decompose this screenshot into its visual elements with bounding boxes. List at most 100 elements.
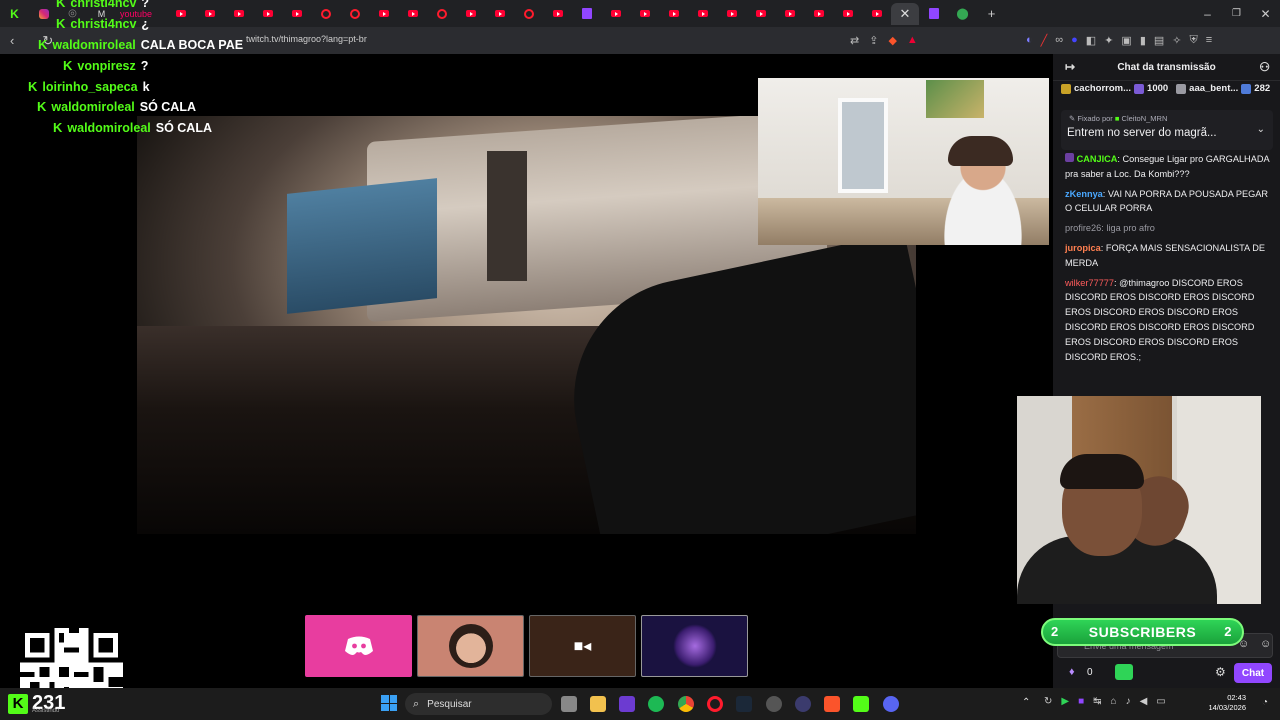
new-tab-button[interactable]: +: [977, 0, 1006, 27]
youtube-tab[interactable]: [630, 0, 659, 27]
extension-icon[interactable]: ∞: [1055, 34, 1063, 47]
kick-app-icon[interactable]: [853, 696, 869, 712]
chat-username[interactable]: profire26: [1065, 223, 1101, 233]
discord-app-icon[interactable]: [883, 696, 899, 712]
windows-tile: [381, 703, 389, 711]
extension-icon[interactable]: ▣: [1121, 34, 1131, 47]
subscribers-count-left: 2: [1051, 624, 1059, 639]
youtube-tab[interactable]: [804, 0, 833, 27]
sidebar-icon[interactable]: ▮: [1140, 34, 1146, 47]
youtube-tab[interactable]: [717, 0, 746, 27]
youtube-tab[interactable]: [862, 0, 891, 27]
taskbar-search[interactable]: ⌕ Pesquisar: [405, 693, 552, 715]
maximize-button[interactable]: ❐: [1222, 0, 1251, 27]
pinned-message[interactable]: ✎ Fixado por ■ CleitoN_MRN Entrem no ser…: [1061, 110, 1273, 150]
extension-icon[interactable]: ◐: [1026, 34, 1033, 47]
youtube-tab[interactable]: [398, 0, 427, 27]
brave-shield-icon[interactable]: ◆: [888, 34, 896, 47]
task-view-icon[interactable]: [561, 696, 577, 712]
close-tab-button[interactable]: ✕: [891, 2, 919, 25]
opera-tab[interactable]: [427, 0, 456, 27]
discord-link[interactable]: [305, 615, 412, 677]
menu-icon[interactable]: ≡: [1206, 34, 1212, 47]
collapse-chat-icon[interactable]: ↦: [1065, 60, 1075, 74]
microphone-icon[interactable]: ♪: [1126, 696, 1131, 707]
youtube-tab[interactable]: [659, 0, 688, 27]
pinned-by-user: CleitoN_MRN: [1121, 114, 1168, 123]
youtube-tab[interactable]: [282, 0, 311, 27]
stream-player[interactable]: ■◂: [0, 54, 1053, 720]
steam-icon[interactable]: [736, 696, 752, 712]
taskbar-clock[interactable]: 02:43 14/03/2026: [1208, 693, 1246, 713]
url-text[interactable]: twitch.tv/thimagroo?lang=pt-br: [246, 34, 367, 44]
opera-icon[interactable]: [707, 696, 723, 712]
translate-icon[interactable]: ⇄: [850, 34, 859, 47]
spotify-icon[interactable]: [648, 696, 664, 712]
overlay-message: SÓ CALA: [155, 120, 212, 135]
emoji-icon[interactable]: ☺: [1260, 638, 1271, 650]
youtube-tab[interactable]: [833, 0, 862, 27]
opera-tab[interactable]: [340, 0, 369, 27]
youtube-tab[interactable]: [485, 0, 514, 27]
art-link[interactable]: [641, 615, 748, 677]
youtube-tab[interactable]: [543, 0, 572, 27]
twitch-tab[interactable]: [919, 0, 948, 27]
minimize-icon: –: [1204, 6, 1211, 21]
share-icon[interactable]: ⇪: [869, 34, 878, 47]
vpn-icon[interactable]: ⛨: [1190, 34, 1198, 47]
minimize-button[interactable]: –: [1193, 0, 1222, 27]
opera-tab[interactable]: [514, 0, 543, 27]
video-link[interactable]: ■◂: [529, 615, 636, 677]
gifter-name: aaa_bent...: [1189, 83, 1239, 94]
twitch-tab[interactable]: [572, 0, 601, 27]
channel-points-icon[interactable]: ♦: [1069, 666, 1075, 678]
tray-icon[interactable]: ▶: [1061, 696, 1069, 707]
app-icon[interactable]: [795, 696, 811, 712]
predictions-icon[interactable]: [1115, 664, 1133, 680]
chat-username[interactable]: zKennya: [1065, 189, 1103, 199]
extension-icon[interactable]: ●: [1071, 34, 1078, 47]
rewards-icon[interactable]: ▲: [907, 34, 918, 47]
battery-icon[interactable]: ▭: [1156, 696, 1165, 707]
channel-points-count: 0: [1087, 667, 1093, 678]
extension-icon[interactable]: ◧: [1086, 34, 1096, 47]
extension-icon[interactable]: ╱: [1041, 34, 1048, 47]
chevron-up-icon[interactable]: ⌃: [1022, 697, 1030, 708]
obs-icon[interactable]: [766, 696, 782, 712]
app-icon[interactable]: [619, 696, 635, 712]
youtube-tab[interactable]: [456, 0, 485, 27]
tray-icon[interactable]: ■: [1078, 696, 1084, 707]
notification-icon[interactable]: ◔: [1262, 697, 1268, 708]
opera-tab[interactable]: [311, 0, 340, 27]
network-icon[interactable]: ⌂: [1111, 696, 1117, 707]
gifter-entry[interactable]: aaa_bent... 282: [1176, 83, 1270, 94]
chat-username[interactable]: juropica: [1065, 243, 1101, 253]
maps-tab[interactable]: ⬤: [948, 0, 977, 27]
community-icon[interactable]: ⚇: [1259, 60, 1270, 74]
youtube-tab[interactable]: [369, 0, 398, 27]
youtube-tab[interactable]: [746, 0, 775, 27]
leo-icon[interactable]: ✧: [1172, 34, 1181, 47]
tray-icon[interactable]: ↹: [1093, 696, 1101, 707]
wallet-icon[interactable]: ▤: [1154, 34, 1164, 47]
windows-start-icon[interactable]: [381, 695, 397, 711]
chevron-down-icon[interactable]: ⌄: [1257, 124, 1265, 135]
chat-header: ↦ Chat da transmissão ⚇: [1053, 54, 1280, 81]
close-window-button[interactable]: ✕: [1251, 0, 1280, 27]
tray-icon[interactable]: ↻: [1044, 696, 1052, 707]
youtube-tab[interactable]: [601, 0, 630, 27]
chat-username[interactable]: wilker77777: [1065, 278, 1114, 288]
gifter-entry[interactable]: cachorrom... 1000: [1061, 83, 1168, 94]
chrome-icon[interactable]: [678, 696, 694, 712]
emote-icon[interactable]: ☺: [1238, 638, 1249, 650]
puzzle-icon[interactable]: ✦: [1104, 34, 1113, 47]
settings-icon[interactable]: ⚙: [1215, 665, 1226, 679]
brave-icon[interactable]: [824, 696, 840, 712]
streamer-link[interactable]: [417, 615, 524, 677]
youtube-tab[interactable]: [688, 0, 717, 27]
youtube-tab[interactable]: [775, 0, 804, 27]
volume-icon[interactable]: ◀: [1140, 696, 1148, 707]
file-explorer-icon[interactable]: [590, 696, 606, 712]
send-chat-button[interactable]: Chat: [1234, 663, 1272, 683]
chat-username[interactable]: CANJICA: [1077, 154, 1118, 164]
